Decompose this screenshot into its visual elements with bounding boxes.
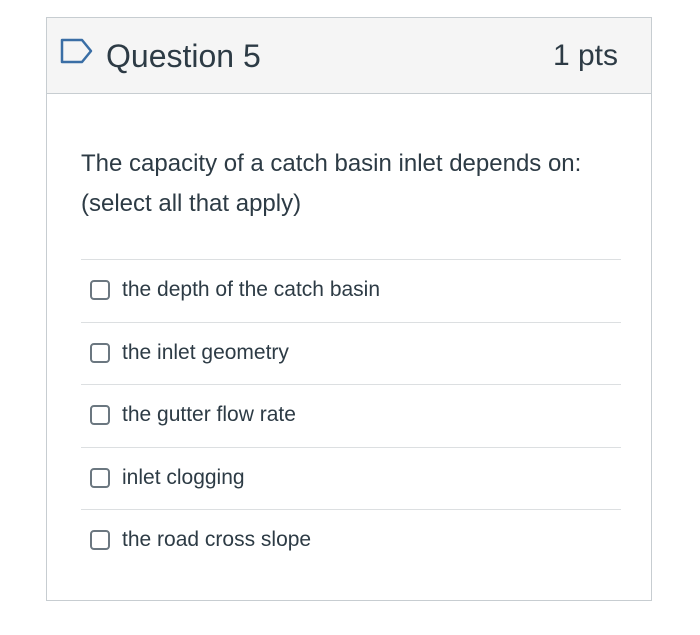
answer-list: the depth of the catch basin the inlet g… — [81, 259, 621, 572]
answer-option[interactable]: inlet clogging — [81, 448, 621, 510]
question-card: Question 5 1 pts The capacity of a catch… — [46, 17, 652, 601]
answer-checkbox[interactable] — [90, 467, 110, 488]
answer-label[interactable]: the inlet geometry — [122, 339, 289, 367]
answer-label[interactable]: inlet clogging — [122, 464, 245, 492]
answer-label[interactable]: the gutter flow rate — [122, 401, 296, 429]
answer-checkbox[interactable] — [90, 342, 110, 363]
question-instruction: (select all that apply) — [81, 190, 302, 217]
answer-option[interactable]: the depth of the catch basin — [81, 260, 621, 323]
answer-checkbox[interactable] — [90, 530, 110, 550]
question-header: Question 5 1 pts — [47, 18, 651, 94]
answer-option[interactable]: the inlet geometry — [81, 323, 621, 385]
answer-label[interactable]: the depth of the catch basin — [122, 276, 380, 304]
answer-label[interactable]: the road cross slope — [122, 526, 311, 554]
answer-option[interactable]: the road cross slope — [81, 510, 621, 572]
flag-outline-icon[interactable] — [60, 38, 94, 64]
question-points: 1 pts — [552, 39, 618, 72]
answer-checkbox[interactable] — [90, 280, 110, 300]
question-text-line: The capacity of a catch basin inlet depe… — [81, 150, 582, 177]
answer-checkbox[interactable] — [90, 405, 110, 425]
question-text: The capacity of a catch basin inlet depe… — [81, 144, 631, 224]
question-title: Question 5 — [106, 38, 261, 74]
answer-option[interactable]: the gutter flow rate — [81, 385, 621, 448]
